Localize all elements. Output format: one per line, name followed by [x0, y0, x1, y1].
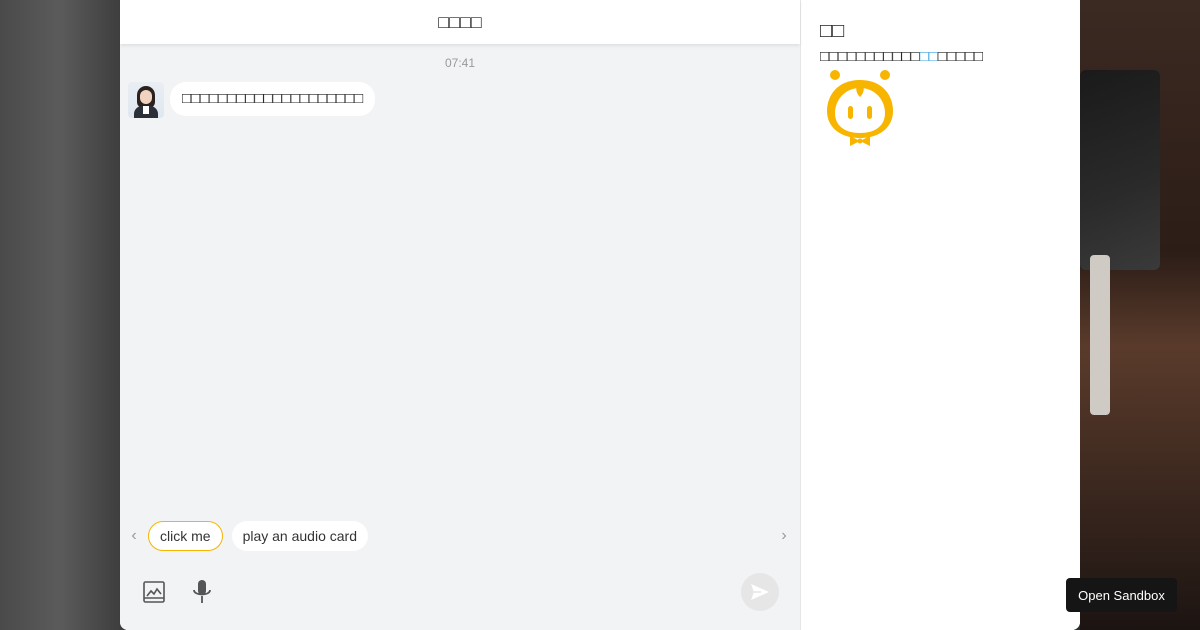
side-text-link[interactable]: □□: [920, 48, 938, 65]
send-button[interactable]: [741, 573, 779, 611]
bot-avatar: [128, 82, 164, 118]
side-panel-title: □□: [820, 20, 845, 42]
send-icon: [751, 584, 769, 600]
side-panel-text: □□□□□□□□□□□□□□□□□□: [820, 48, 983, 65]
side-text-before: □□□□□□□□□□□: [820, 48, 920, 65]
chat-header: □□□□: [120, 0, 800, 44]
robot-mascot-icon: [823, 66, 897, 155]
message-bubble: □□□□□□□□□□□□□□□□□□□□: [170, 82, 376, 116]
quick-reply-click-me[interactable]: click me: [148, 521, 223, 551]
open-sandbox-button[interactable]: Open Sandbox: [1066, 578, 1177, 612]
microphone-icon[interactable]: [188, 578, 216, 606]
image-icon[interactable]: [140, 578, 168, 606]
side-panel: □□ □□□□□□□□□□□□□□□□□□: [801, 0, 1080, 630]
quick-reply-audio-card[interactable]: play an audio card: [231, 521, 368, 551]
background-laptop-base: [1090, 255, 1110, 415]
message-timestamp: 07:41: [444, 56, 476, 70]
chevron-left-icon[interactable]: ‹: [120, 527, 148, 545]
composer: [120, 560, 800, 630]
side-text-after: □□□□□: [937, 48, 984, 65]
chat-title: □□□□: [438, 11, 482, 32]
message-row: □□□□□□□□□□□□□□□□□□□□: [128, 82, 792, 118]
chat-main-panel: □□□□ 07:41 □□□□□□□□□□□□□□□□□□□□ ‹ click …: [120, 0, 801, 630]
chevron-right-icon[interactable]: ›: [770, 527, 798, 545]
quick-replies-bar: ‹ click me play an audio card ›: [120, 516, 800, 556]
chat-window: □□□□ 07:41 □□□□□□□□□□□□□□□□□□□□ ‹ click …: [120, 0, 1080, 630]
background-laptop: [1080, 70, 1160, 270]
message-list: 07:41 □□□□□□□□□□□□□□□□□□□□: [120, 44, 800, 118]
